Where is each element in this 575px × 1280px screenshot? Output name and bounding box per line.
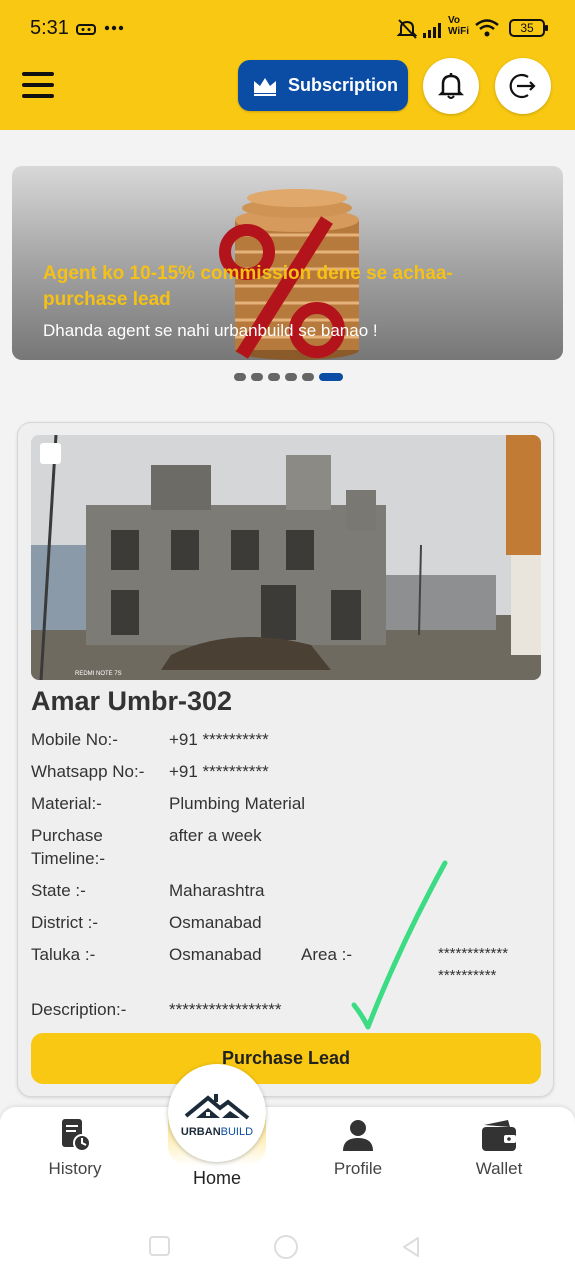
profile-icon <box>343 1120 373 1151</box>
more-icon <box>104 25 124 31</box>
recents-icon[interactable] <box>148 1235 172 1257</box>
taluka-label: Taluka :- <box>31 945 96 964</box>
system-navigation-bar <box>0 1207 575 1280</box>
wallet-icon <box>482 1120 516 1151</box>
battery-icon: 35 <box>509 19 548 37</box>
lead-name: Amar Umbr-302 <box>31 686 233 716</box>
check-mark-annotation <box>351 860 448 1030</box>
silent-icon <box>396 19 418 39</box>
nav-home-label: Home <box>192 1168 241 1188</box>
carousel-indicator[interactable] <box>234 373 343 381</box>
vpn-icon <box>76 24 96 35</box>
construction-image <box>31 435 541 680</box>
mobile-value: +91 ********** <box>169 730 269 749</box>
urbanbuild-logo-icon <box>184 1094 250 1120</box>
logo-text: URBANBUILD <box>180 1126 254 1138</box>
promo-banner[interactable]: Agent ko 10-15% commission dene se achaa… <box>12 166 563 360</box>
state-label: State :- <box>31 881 86 900</box>
carousel-dot[interactable] <box>251 373 263 381</box>
nav-wallet-label: Wallet <box>475 1159 523 1178</box>
timeline-label-line2: Timeline:- <box>31 849 105 868</box>
district-label: District :- <box>31 913 99 932</box>
notifications-button[interactable] <box>423 58 479 114</box>
lead-photo: REDMI NOTE 7S <box>31 435 541 680</box>
status-bar: 5:31 Vo WiFi 35 <box>0 0 575 56</box>
whatsapp-value: +91 ********** <box>169 762 269 781</box>
nav-profile[interactable]: Profile <box>308 1117 408 1179</box>
purchase-lead-button[interactable]: Purchase Lead <box>31 1033 541 1084</box>
nav-history-label: History <box>48 1159 102 1178</box>
district-value: Osmanabad <box>169 913 262 932</box>
logout-button[interactable] <box>495 58 551 114</box>
carousel-dot-active[interactable] <box>319 373 343 381</box>
volte-label: Vo WiFi <box>448 15 470 37</box>
description-label: Description:- <box>31 1000 127 1019</box>
lead-card: REDMI NOTE 7S Amar Umbr-302 Mobile No:- … <box>17 422 554 1097</box>
material-label: Material:- <box>31 794 102 813</box>
subscription-label: Subscription <box>288 75 399 95</box>
signal-icon <box>423 23 441 38</box>
area-label: Area :- <box>301 945 353 964</box>
select-checkbox[interactable] <box>40 443 61 464</box>
back-icon[interactable] <box>400 1235 422 1259</box>
wifi-icon <box>475 19 499 37</box>
bottom-navigation: History Profile Wallet <box>0 1107 575 1207</box>
banner-title: Agent ko 10-15% commission dene se achaa… <box>43 263 453 310</box>
nav-profile-label: Profile <box>333 1159 383 1178</box>
nav-home[interactable]: URBANBUILD <box>168 1064 266 1162</box>
purchase-lead-label: Purchase Lead <box>221 1048 351 1068</box>
material-value: Plumbing Material <box>169 794 306 813</box>
subscription-button[interactable]: Subscription <box>238 60 408 111</box>
carousel-dot[interactable] <box>285 373 297 381</box>
crown-icon <box>254 77 276 96</box>
status-time: 5:31 <box>30 17 69 39</box>
bell-icon <box>438 73 464 99</box>
carousel-dot[interactable] <box>268 373 280 381</box>
timeline-value: after a week <box>169 826 262 845</box>
nav-history[interactable]: History <box>25 1117 125 1179</box>
description-value: ***************** <box>169 1000 282 1019</box>
menu-button[interactable] <box>22 72 54 98</box>
nav-wallet[interactable]: Wallet <box>449 1117 549 1179</box>
state-value: Maharashtra <box>169 881 265 900</box>
menu-icon <box>22 72 54 76</box>
whatsapp-label: Whatsapp No:- <box>31 762 145 781</box>
home-system-icon[interactable] <box>272 1233 300 1261</box>
carousel-dot[interactable] <box>234 373 246 381</box>
photo-watermark: REDMI NOTE 7S <box>75 671 122 677</box>
logout-icon <box>509 73 536 99</box>
carousel-dot[interactable] <box>302 373 314 381</box>
history-icon <box>62 1119 91 1152</box>
timeline-label-line1: Purchase <box>31 826 103 845</box>
mobile-label: Mobile No:- <box>31 730 118 749</box>
taluka-value: Osmanabad <box>169 945 262 964</box>
banner-subtitle: Dhanda agent se nahi urbanbuild se banao… <box>43 321 378 340</box>
